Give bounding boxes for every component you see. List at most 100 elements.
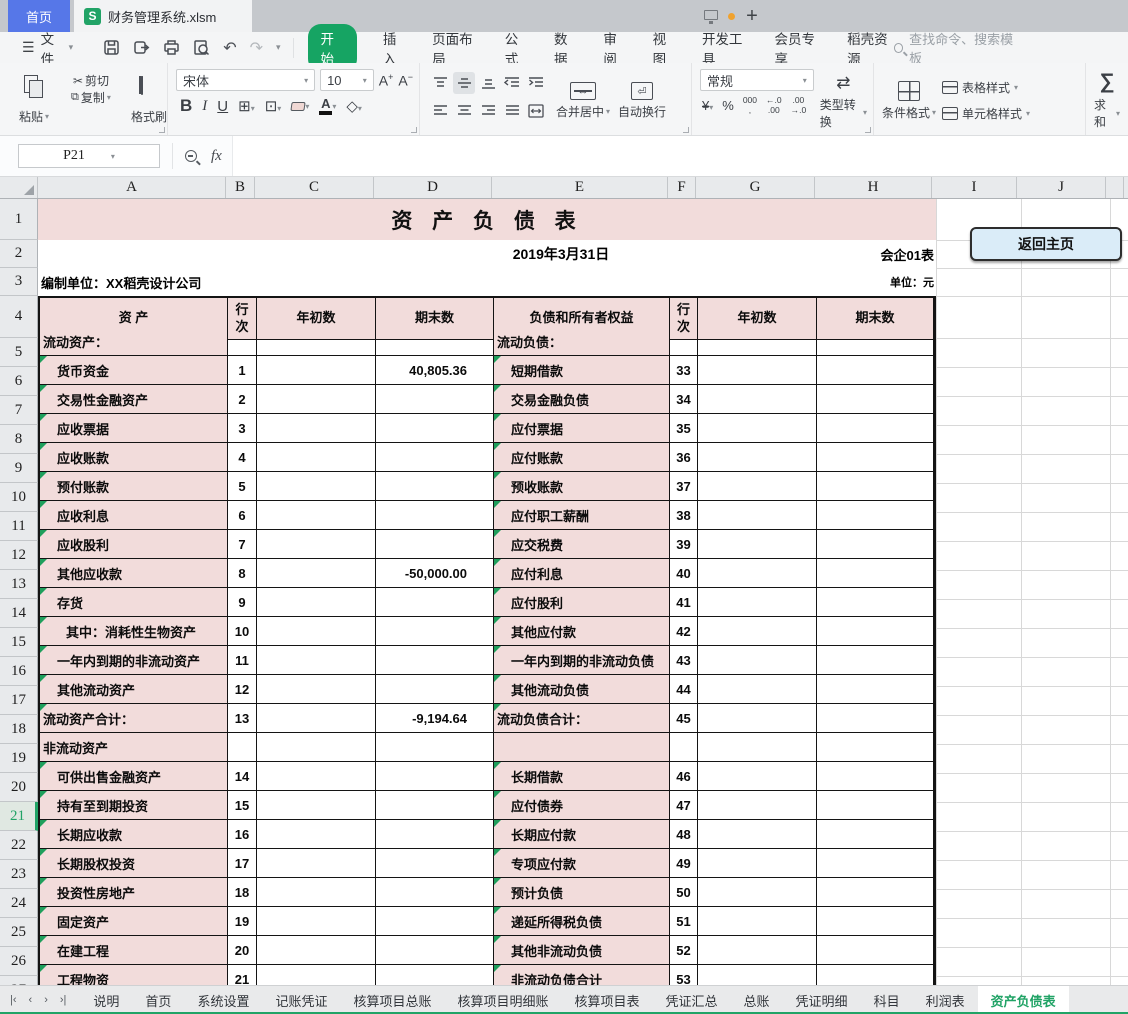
cell-liability-label[interactable]: 应付利息	[494, 559, 670, 588]
cell-asset-line-no[interactable]: 3	[228, 414, 257, 443]
cell-liability-begin[interactable]	[698, 617, 817, 646]
dialog-launcher-icon[interactable]	[683, 127, 689, 133]
row-header-7[interactable]: 7	[0, 396, 38, 425]
dialog-launcher-icon[interactable]	[159, 127, 165, 133]
cell-liability-begin[interactable]	[698, 356, 817, 385]
font-color-button[interactable]: A▾	[319, 97, 336, 115]
cell-asset-begin[interactable]	[257, 936, 376, 965]
export-button[interactable]	[133, 39, 150, 56]
cell-liability-label[interactable]: 其他应付款	[494, 617, 670, 646]
cell-liability-end[interactable]	[817, 849, 934, 878]
cell-asset-line-no[interactable]: 14	[228, 762, 257, 791]
cell-liability-begin[interactable]	[698, 762, 817, 791]
redo-button[interactable]: ↷	[250, 38, 263, 58]
spreadsheet-grid[interactable]: 资 产 负 债 表 2019年3月31日 会企01表 编制单位：XX稻壳设计公司…	[0, 199, 1128, 985]
cell-asset-line-no[interactable]: 13	[228, 704, 257, 733]
cell-asset-end[interactable]	[376, 675, 494, 704]
first-sheet-button[interactable]: |‹	[10, 994, 17, 1006]
cell-liability-line-no[interactable]: 35	[670, 414, 698, 443]
cell-asset-begin[interactable]	[257, 530, 376, 559]
conditional-format-button[interactable]: 条件格式▾	[882, 79, 936, 121]
sheet-title-cell[interactable]: 资 产 负 债 表	[38, 199, 936, 240]
save-button[interactable]	[103, 39, 120, 56]
row-header-15[interactable]: 15	[0, 628, 38, 657]
sheet-tab-核算项目明细账[interactable]: 核算项目明细账	[444, 986, 561, 1014]
cell-asset-line-no[interactable]: 20	[228, 936, 257, 965]
cell-asset-label[interactable]: 应收利息	[40, 501, 228, 530]
cell-liability-line-no[interactable]: 42	[670, 617, 698, 646]
menu-item-插入[interactable]: 插入	[383, 28, 406, 68]
paste-button[interactable]	[8, 69, 60, 103]
back-to-home-button[interactable]: 返回主页	[970, 227, 1122, 261]
cell-asset-label[interactable]: 预付账款	[40, 472, 228, 501]
font-name-select[interactable]: 宋体▾	[176, 69, 315, 91]
cell-liability-label[interactable]: 其他流动负债	[494, 675, 670, 704]
column-header-G[interactable]: G	[696, 177, 815, 198]
cell-liability-begin[interactable]	[698, 791, 817, 820]
align-center-button[interactable]	[453, 100, 475, 122]
cell-liability-label[interactable]: 长期应付款	[494, 820, 670, 849]
cell-liability-label[interactable]: 流动负债：	[494, 327, 670, 356]
sheet-tab-凭证汇总[interactable]: 凭证汇总	[653, 986, 731, 1014]
cell-asset-end[interactable]	[376, 327, 494, 356]
cell-asset-end[interactable]	[376, 414, 494, 443]
cell-liability-label[interactable]: 应付票据	[494, 414, 670, 443]
dialog-launcher-icon[interactable]	[865, 127, 871, 133]
cell-liability-end[interactable]	[817, 356, 934, 385]
quick-access-more-icon[interactable]: ▾	[276, 42, 281, 53]
cell-liability-line-no[interactable]: 51	[670, 907, 698, 936]
cell-asset-label[interactable]: 投资性房地产	[40, 878, 228, 907]
cell-asset-label[interactable]: 应收票据	[40, 414, 228, 443]
undo-button[interactable]: ↶	[223, 38, 236, 58]
menu-item-开发工具[interactable]: 开发工具	[702, 28, 749, 68]
decrease-font-button[interactable]: A−	[398, 72, 413, 89]
cell-asset-label[interactable]: 固定资产	[40, 907, 228, 936]
cell-asset-label[interactable]: 交易性金融资产	[40, 385, 228, 414]
cell-liability-line-no[interactable]: 50	[670, 878, 698, 907]
cell-asset-line-no[interactable]: 15	[228, 791, 257, 820]
cell-asset-line-no[interactable]: 16	[228, 820, 257, 849]
cell-asset-line-no[interactable]	[228, 733, 257, 762]
cell-liability-label[interactable]: 非流动负债合计	[494, 965, 670, 985]
row-header-26[interactable]: 26	[0, 947, 38, 976]
row-header-22[interactable]: 22	[0, 831, 38, 860]
cell-liability-begin[interactable]	[698, 588, 817, 617]
cell-liability-label[interactable]: 其他非流动负债	[494, 936, 670, 965]
row-header-23[interactable]: 23	[0, 860, 38, 889]
cell-asset-end[interactable]	[376, 733, 494, 762]
cell-asset-line-no[interactable]: 9	[228, 588, 257, 617]
cell-liability-label[interactable]: 应付股利	[494, 588, 670, 617]
cell-liability-begin[interactable]	[698, 501, 817, 530]
cell-liability-line-no[interactable]: 45	[670, 704, 698, 733]
cell-liability-end[interactable]	[817, 762, 934, 791]
increase-decimal-button[interactable]: .00 →.0	[791, 96, 807, 116]
decrease-decimal-button[interactable]: ←.0 .00	[766, 96, 782, 116]
cell-liability-line-no[interactable]: 47	[670, 791, 698, 820]
cell-asset-end[interactable]	[376, 907, 494, 936]
type-convert-button[interactable]: ⇄ 类型转换▾	[820, 69, 867, 131]
cell-asset-label[interactable]: 在建工程	[40, 936, 228, 965]
increase-indent-button[interactable]	[525, 72, 547, 94]
row-header-10[interactable]: 10	[0, 483, 38, 512]
row-header-14[interactable]: 14	[0, 599, 38, 628]
cell-asset-end[interactable]	[376, 791, 494, 820]
cell-liability-end[interactable]	[817, 385, 934, 414]
distribute-button[interactable]	[525, 100, 547, 122]
prev-sheet-button[interactable]: ‹	[29, 994, 33, 1006]
cell-asset-label[interactable]: 流动资产：	[40, 327, 228, 356]
cell-asset-begin[interactable]	[257, 907, 376, 936]
cell-asset-end[interactable]: 40,805.36	[376, 356, 494, 385]
cell-liability-label[interactable]: 一年内到期的非流动负债	[494, 646, 670, 675]
menu-item-视图[interactable]: 视图	[653, 28, 676, 68]
cell-asset-end[interactable]	[376, 588, 494, 617]
row-header-17[interactable]: 17	[0, 686, 38, 715]
cell-liability-end[interactable]	[817, 472, 934, 501]
column-header-A[interactable]: A	[38, 177, 226, 198]
cell-asset-begin[interactable]	[257, 820, 376, 849]
cell-liability-end[interactable]	[817, 443, 934, 472]
cut-button[interactable]: ✂剪切	[60, 72, 122, 89]
column-header-H[interactable]: H	[815, 177, 932, 198]
cell-asset-label[interactable]: 可供出售金融资产	[40, 762, 228, 791]
row-header-11[interactable]: 11	[0, 512, 38, 541]
number-format-select[interactable]: 常规▾	[700, 69, 814, 91]
